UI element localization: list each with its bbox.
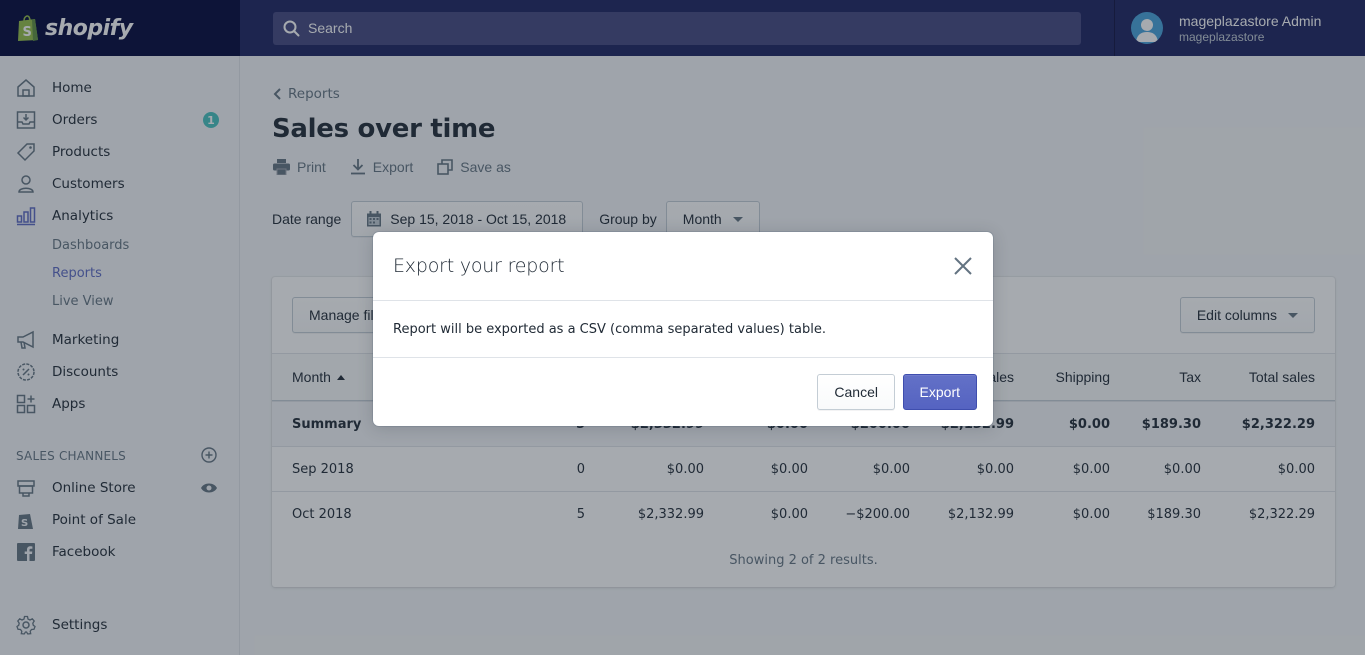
modal-body: Report will be exported as a CSV (comma … bbox=[373, 301, 993, 358]
confirm-export-button[interactable]: Export bbox=[902, 374, 977, 410]
cancel-label: Cancel bbox=[834, 384, 878, 400]
export-label: Export bbox=[919, 384, 960, 400]
modal-header: Export your report bbox=[373, 232, 993, 301]
modal-title: Export your report bbox=[393, 255, 565, 277]
cancel-button[interactable]: Cancel bbox=[817, 374, 895, 410]
close-icon[interactable] bbox=[953, 256, 973, 276]
export-report-modal: Export your report Report will be export… bbox=[373, 232, 993, 426]
modal-footer: Cancel Export bbox=[373, 358, 993, 425]
